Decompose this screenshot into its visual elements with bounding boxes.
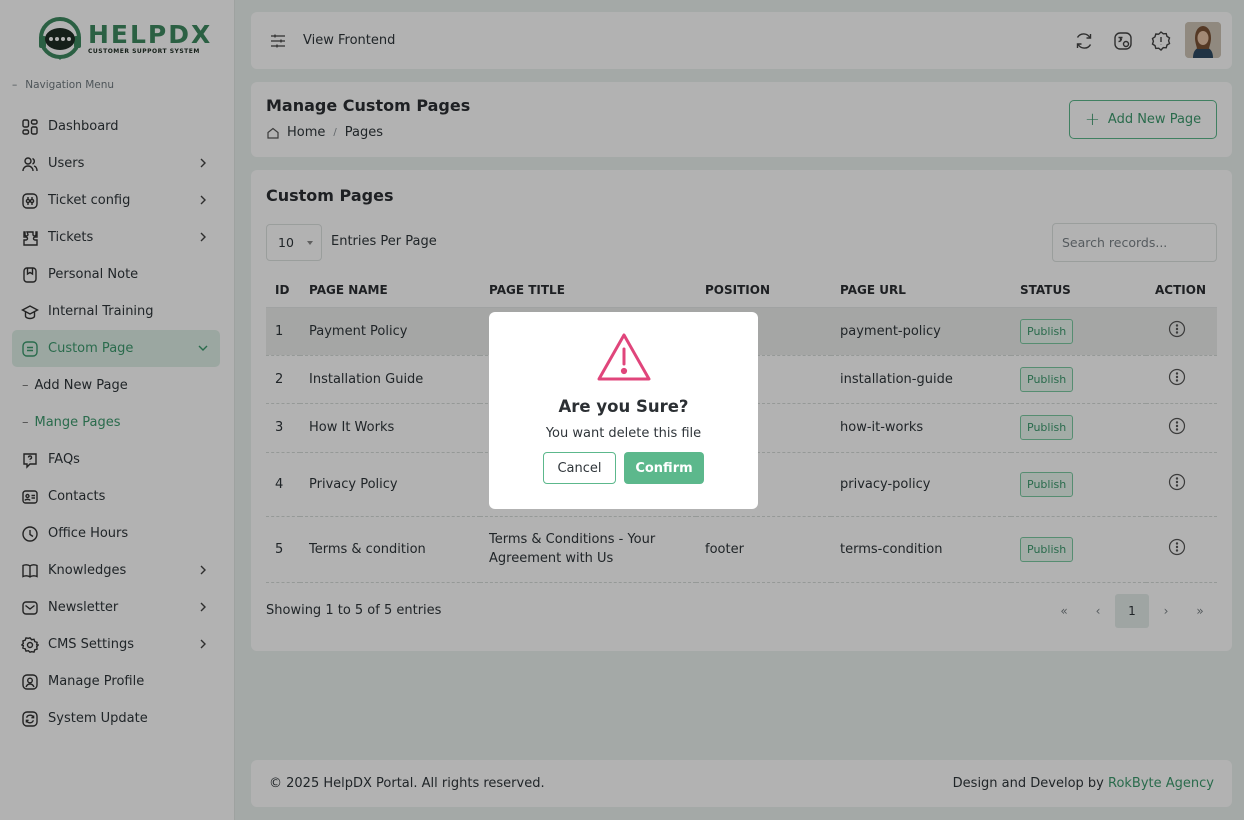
confirm-delete-dialog: Are you Sure? You want delete this file … xyxy=(489,312,758,509)
dialog-message: You want delete this file xyxy=(545,426,702,441)
warning-icon xyxy=(597,333,651,381)
cancel-button[interactable]: Cancel xyxy=(543,452,616,484)
dialog-title: Are you Sure? xyxy=(558,397,689,416)
confirm-button[interactable]: Confirm xyxy=(624,452,704,484)
